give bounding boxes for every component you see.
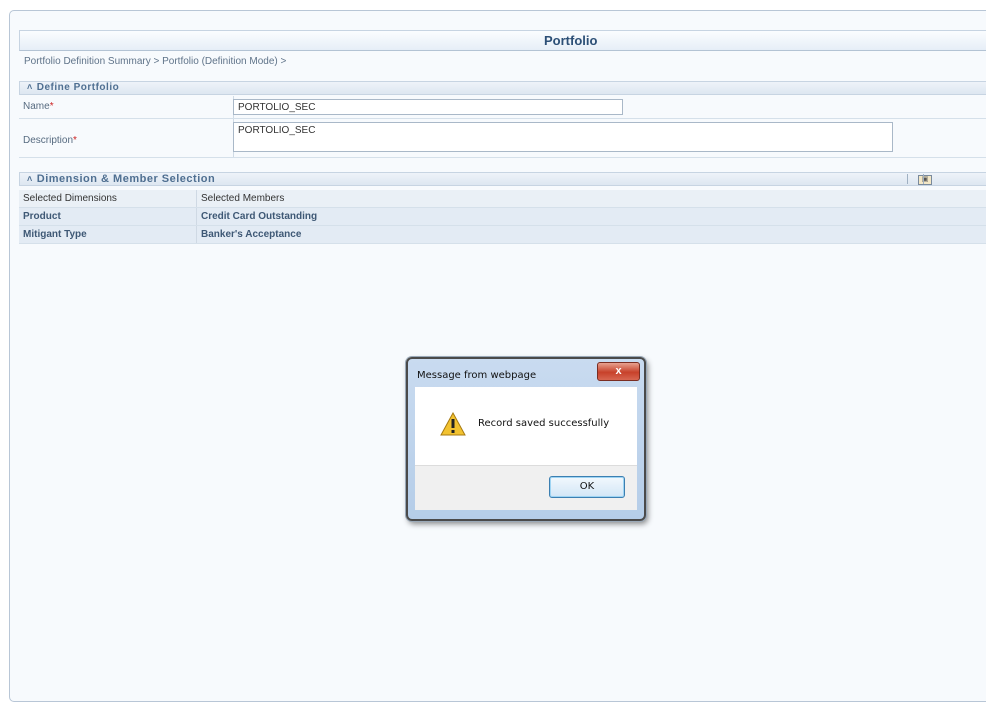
page-title-bar: Portfolio xyxy=(19,30,986,51)
dialog-body: Record saved successfully xyxy=(415,387,637,465)
description-label: Description* xyxy=(23,135,77,146)
column-header-dimensions: Selected Dimensions xyxy=(23,193,117,204)
dialog-title: Message from webpage xyxy=(417,370,537,381)
define-portfolio-label: Define Portfolio xyxy=(36,82,120,93)
define-portfolio-header[interactable]: ˄ Define Portfolio xyxy=(19,81,986,95)
dimension-selection-header[interactable]: ˄ Dimension & Member Selection ▣ xyxy=(19,172,986,186)
page-title: Portfolio xyxy=(544,33,598,48)
collapse-chevron-icon[interactable]: ˄ xyxy=(27,174,33,184)
description-input[interactable]: PORTOLIO_SEC xyxy=(233,122,893,152)
dimension-selection-label: Dimension & Member Selection xyxy=(36,173,216,185)
table-row[interactable]: Mitigant Type Banker's Acceptance xyxy=(19,226,986,244)
breadcrumb[interactable]: Portfolio Definition Summary > Portfolio… xyxy=(24,56,286,67)
table-row[interactable]: Product Credit Card Outstanding xyxy=(19,208,986,226)
dimension-grid-header: Selected Dimensions Selected Members xyxy=(19,190,986,208)
description-row: Description* PORTOLIO_SEC xyxy=(19,119,986,158)
close-button[interactable]: x xyxy=(597,362,640,381)
name-input[interactable]: PORTOLIO_SEC xyxy=(233,99,623,115)
close-icon: x xyxy=(615,365,622,377)
members-cell: Banker's Acceptance xyxy=(201,229,302,240)
ok-button[interactable]: OK xyxy=(549,476,625,498)
edit-selection-icon[interactable]: ▣ xyxy=(918,175,932,185)
collapse-chevron-icon[interactable]: ˄ xyxy=(27,82,33,92)
dimension-cell: Mitigant Type xyxy=(23,229,87,240)
column-header-members: Selected Members xyxy=(201,193,285,204)
dialog-footer: OK xyxy=(415,465,637,510)
name-row: Name* PORTOLIO_SEC xyxy=(19,96,986,119)
dialog-message: Record saved successfully xyxy=(478,418,610,429)
dimension-cell: Product xyxy=(23,211,61,222)
name-label: Name* xyxy=(23,101,54,112)
members-cell: Credit Card Outstanding xyxy=(201,211,318,222)
warning-icon xyxy=(440,412,466,436)
message-dialog: Message from webpage x Record saved succ… xyxy=(406,357,646,521)
